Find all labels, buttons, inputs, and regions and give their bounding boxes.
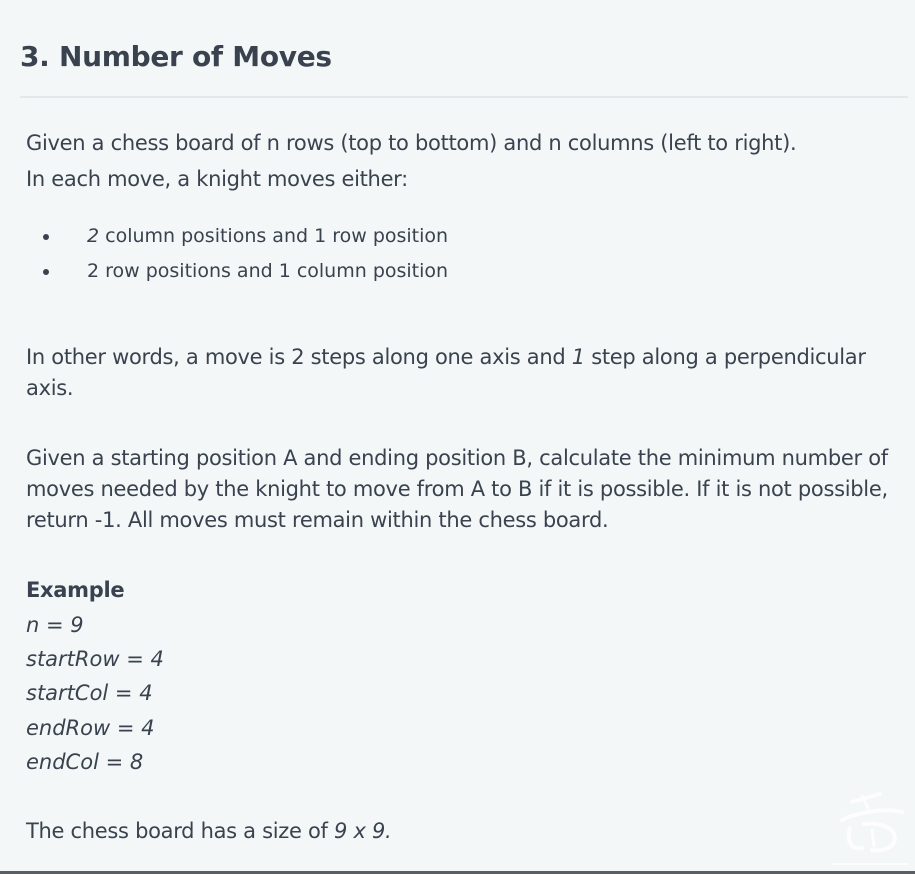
example-line-end-row: endRow = 4 (26, 716, 155, 740)
list-item-text: 2 row positions and 1 column position (87, 260, 449, 282)
intro-line-2: In each move, a knight moves either: (26, 167, 408, 191)
intro-line-1: Given a chess board of n rows (top to bo… (26, 131, 797, 155)
board-size-paragraph: The chess board has a size of 9 x 9. (26, 819, 392, 843)
example-line-start-col: startCol = 4 (26, 681, 153, 705)
task-paragraph: Given a starting position A and ending p… (26, 446, 888, 532)
list-item-text: 2 column positions and 1 row position (87, 225, 449, 247)
title-divider (20, 96, 908, 98)
example-line-start-row: startRow = 4 (26, 647, 164, 671)
example-heading: Example (26, 578, 125, 602)
bullet-icon (43, 234, 49, 240)
bullet-icon (43, 269, 49, 275)
page-title: 3. Number of Moves (20, 40, 332, 73)
example-line-n: n = 9 (26, 613, 84, 637)
other-words-paragraph: In other words, a move is 2 steps along … (26, 345, 866, 400)
example-line-end-col: endCol = 8 (26, 750, 144, 774)
brush-stamp-icon (832, 792, 908, 865)
